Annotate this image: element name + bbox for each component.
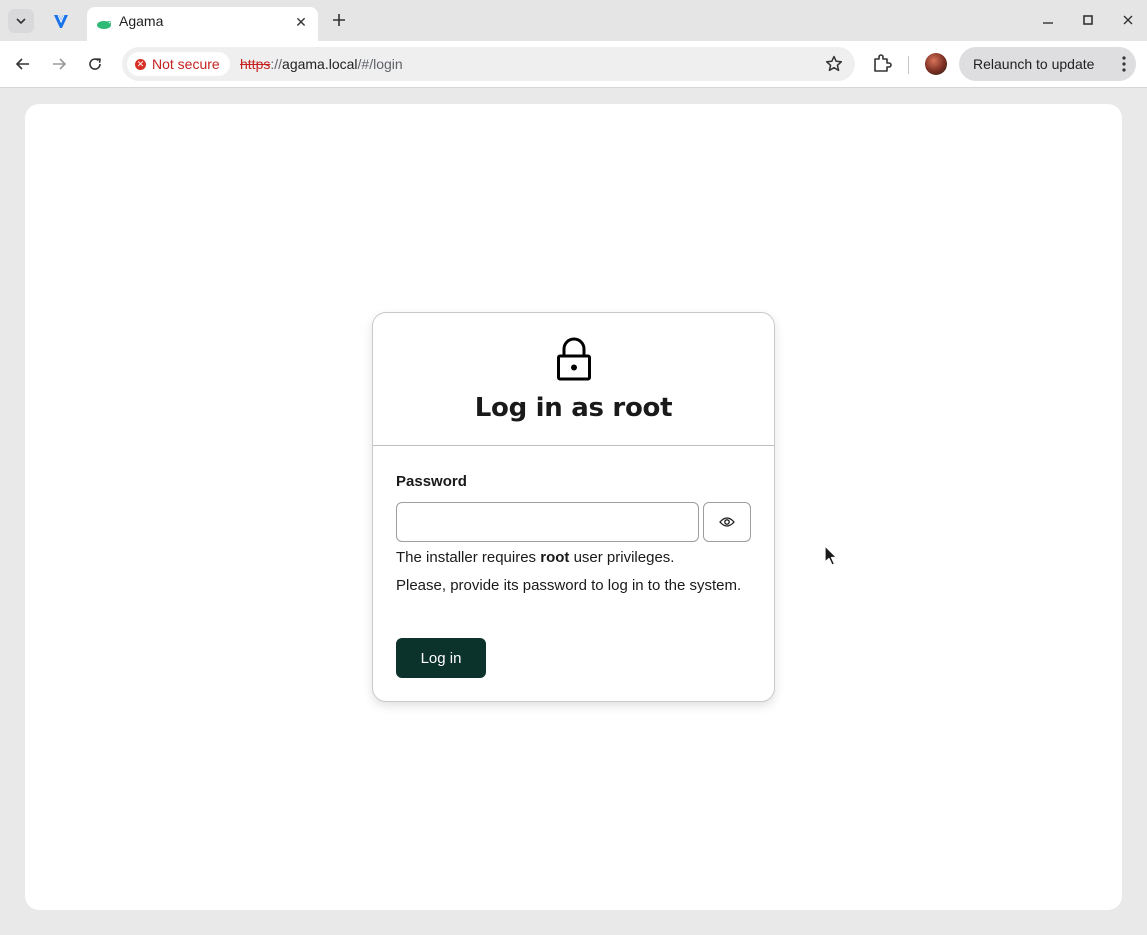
page-content: Log in as root Password The installer re… xyxy=(25,104,1122,910)
forward-icon[interactable] xyxy=(47,52,71,76)
relaunch-label: Relaunch to update xyxy=(973,56,1095,72)
back-icon[interactable] xyxy=(11,52,35,76)
tab-strip: Agama ✕ xyxy=(0,0,1147,41)
show-password-icon xyxy=(719,517,735,527)
login-button[interactable]: Log in xyxy=(396,638,486,678)
profile-avatar[interactable] xyxy=(925,53,947,75)
lock-icon xyxy=(557,337,591,381)
bookmark-star-icon[interactable] xyxy=(825,55,843,73)
mouse-cursor-icon xyxy=(824,545,838,566)
help-strong: root xyxy=(540,549,570,566)
card-divider xyxy=(373,445,774,446)
url-scheme: https xyxy=(240,56,271,72)
relaunch-button[interactable]: Relaunch to update xyxy=(959,47,1136,81)
help-suffix: user privileges. xyxy=(569,549,675,566)
new-tab-icon[interactable] xyxy=(329,10,349,30)
agama-favicon xyxy=(97,21,111,29)
tab-agama[interactable]: Agama ✕ xyxy=(87,7,318,41)
warning-icon: ✕ xyxy=(135,58,146,70)
address-bar[interactable]: ✕ Not secure https://agama.local/#/login xyxy=(122,47,855,81)
help-text-privileges: The installer requires root user privile… xyxy=(396,549,674,566)
page-title: Log in as root xyxy=(474,393,673,423)
reload-icon[interactable] xyxy=(83,52,107,76)
extensions-icon[interactable] xyxy=(871,52,893,74)
browser-toolbar: ✕ Not secure https://agama.local/#/login… xyxy=(0,41,1147,88)
maximize-icon[interactable] xyxy=(1078,10,1098,30)
more-vert-icon[interactable] xyxy=(1122,56,1126,72)
security-label: Not secure xyxy=(152,56,220,72)
password-input[interactable] xyxy=(396,502,699,542)
login-card: Log in as root Password The installer re… xyxy=(372,312,775,702)
tab-close-icon[interactable]: ✕ xyxy=(292,13,310,31)
url-separator: :// xyxy=(270,56,283,72)
password-label: Password xyxy=(396,473,467,490)
minimize-icon[interactable] xyxy=(1038,10,1058,30)
help-prefix: The installer requires xyxy=(396,549,541,566)
url-host: agama.local xyxy=(282,56,358,72)
tab-search-icon[interactable] xyxy=(8,9,34,33)
url-path: /#/login xyxy=(357,56,403,72)
help-text-password: Please, provide its password to log in t… xyxy=(396,577,742,594)
show-password-button[interactable] xyxy=(703,502,751,542)
toolbar-divider xyxy=(908,56,909,74)
window-close-icon[interactable] xyxy=(1118,10,1138,30)
tab-title: Agama xyxy=(119,13,164,29)
security-chip[interactable]: ✕ Not secure xyxy=(127,52,230,76)
pinned-app-icon[interactable] xyxy=(46,6,76,36)
url-text[interactable]: https://agama.local/#/login xyxy=(240,56,403,72)
